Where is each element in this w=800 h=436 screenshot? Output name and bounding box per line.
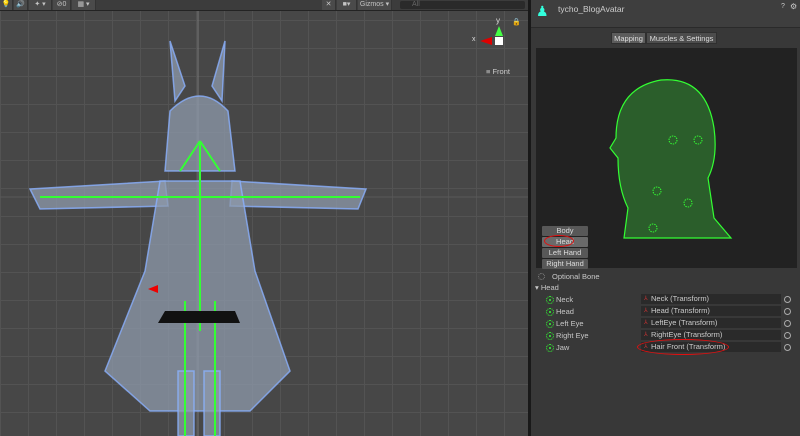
bone-label: Left Eye	[556, 319, 584, 328]
bone-value: LeftEye (Transform)	[651, 318, 718, 327]
avatar-inspector: ♟ tycho_BlogAvatar ? ⚙ Mapping Muscles &…	[531, 0, 800, 436]
body-part-body[interactable]: Body	[542, 226, 588, 236]
annotation-circle	[637, 339, 729, 355]
tab-mapping[interactable]: Mapping	[611, 32, 646, 44]
transform-icon: ⅄	[644, 296, 648, 302]
bone-row-head: Head ⅄ Head (Transform)	[531, 306, 800, 317]
transform-icon: ⅄	[644, 320, 648, 326]
view-mode-label[interactable]: ≡ Front	[486, 67, 510, 76]
bone-field[interactable]: ⅄ LeftEye (Transform)	[641, 318, 781, 328]
section-label: Head	[540, 283, 559, 292]
bone-status-icon	[546, 320, 554, 328]
bone-value: RightEye (Transform)	[651, 330, 723, 339]
tab-muscles-settings[interactable]: Muscles & Settings	[646, 32, 717, 44]
inspector-header: ♟ tycho_BlogAvatar ? ⚙	[531, 0, 800, 28]
head-section-foldout[interactable]: ▾ Head	[535, 283, 559, 292]
effects-dropdown[interactable]: ✦ ▾	[29, 0, 52, 10]
bone-label: Head	[556, 307, 574, 316]
head-mapping-preview: Body Head Left Hand Right Hand	[536, 48, 797, 269]
bone-status-icon	[546, 308, 554, 316]
hidden-objects-toggle[interactable]: ⊘0	[53, 0, 71, 10]
axis-x-label: x	[472, 36, 476, 43]
avatar-model	[0, 11, 528, 436]
gear-icon[interactable]: ⚙	[790, 2, 797, 11]
help-icon[interactable]: ?	[781, 3, 785, 10]
search-placeholder: All	[412, 1, 420, 8]
inspector-title: tycho_BlogAvatar	[558, 4, 625, 14]
object-picker-icon[interactable]	[784, 308, 791, 315]
object-picker-icon[interactable]	[784, 320, 791, 327]
bone-field[interactable]: ⅄ Head (Transform)	[641, 306, 781, 316]
bone-field[interactable]: ⅄ RightEye (Transform)	[641, 330, 781, 340]
grid-dropdown[interactable]: ▦ ▾	[72, 0, 96, 10]
scene-search-input[interactable]: All	[400, 1, 525, 9]
scene-toolbar: 💡 🔊 ✦ ▾ ⊘0 ▦ ▾ ✕ ■▾ Gizmos ▾ All	[0, 0, 528, 11]
bone-value: Head (Transform)	[651, 306, 710, 315]
optional-bone-label: Optional Bone	[552, 272, 600, 281]
view-label: Front	[492, 67, 510, 76]
optional-bone-icon	[538, 273, 545, 280]
bone-label: Neck	[556, 295, 574, 304]
lighting-toggle[interactable]: 💡	[0, 0, 13, 10]
object-picker-icon[interactable]	[784, 332, 791, 339]
avatar-icon: ♟	[536, 3, 549, 19]
bone-status-icon	[546, 296, 554, 304]
gizmos-label: Gizmos	[359, 1, 384, 8]
hidden-count: 0	[62, 1, 67, 8]
orientation-gizmo[interactable]	[495, 37, 503, 45]
transform-icon: ⅄	[644, 332, 648, 338]
bone-label: Jaw	[556, 343, 570, 352]
gizmos-dropdown[interactable]: Gizmos ▾	[358, 0, 392, 10]
bone-status-icon	[546, 332, 554, 340]
tools-button[interactable]: ✕	[322, 0, 336, 10]
transform-icon: ⅄	[644, 308, 648, 314]
axis-y-label: y	[496, 16, 500, 25]
bone-row-neck: Neck ⅄ Neck (Transform)	[531, 294, 800, 305]
x-axis-cone[interactable]	[480, 37, 492, 45]
object-picker-icon[interactable]	[784, 296, 791, 303]
object-picker-icon[interactable]	[784, 344, 791, 351]
scene-view[interactable]: y x 🔒 ≡ Front	[0, 11, 528, 436]
bone-label: Right Eye	[556, 331, 589, 340]
bone-row-left-eye: Left Eye ⅄ LeftEye (Transform)	[531, 318, 800, 329]
bone-status-icon	[546, 344, 554, 352]
body-part-left-hand[interactable]: Left Hand	[542, 248, 588, 258]
audio-toggle[interactable]: 🔊	[14, 0, 28, 10]
annotation-circle	[544, 235, 574, 247]
bone-field[interactable]: ⅄ Neck (Transform)	[641, 294, 781, 304]
bone-value: Neck (Transform)	[651, 294, 710, 303]
camera-dropdown[interactable]: ■▾	[337, 0, 357, 10]
body-part-right-hand[interactable]: Right Hand	[542, 259, 588, 269]
lock-icon[interactable]: 🔒	[512, 18, 521, 26]
y-axis-cone[interactable]	[495, 26, 503, 36]
